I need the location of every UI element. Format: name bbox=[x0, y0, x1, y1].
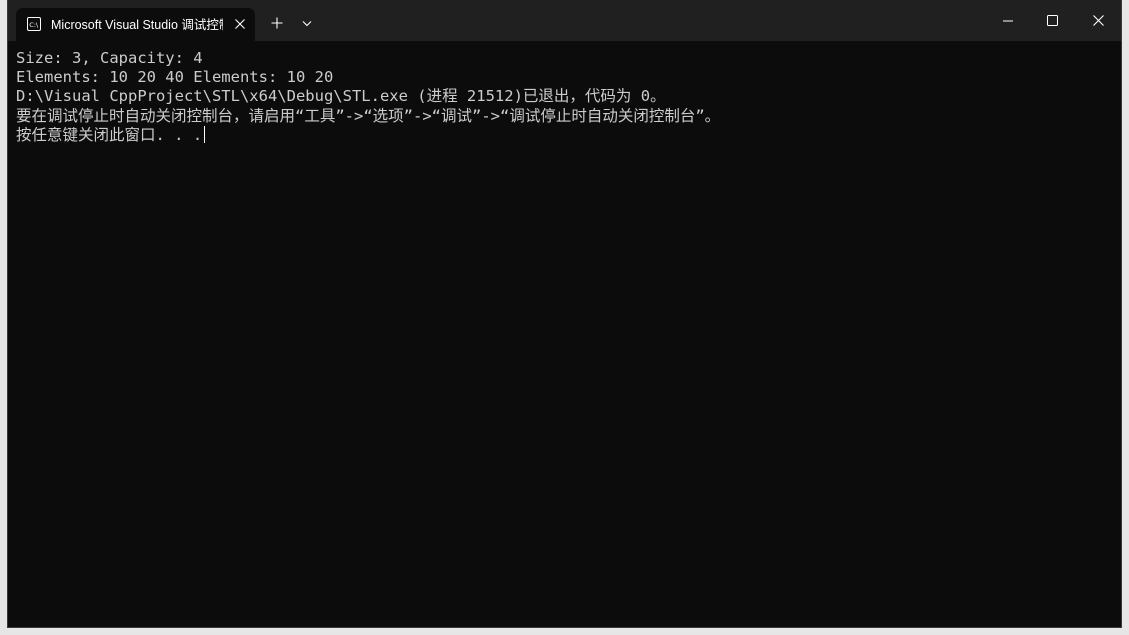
close-window-button[interactable] bbox=[1074, 0, 1121, 41]
minimize-icon bbox=[1003, 20, 1013, 22]
plus-icon bbox=[271, 17, 283, 29]
console-output[interactable]: Size: 3, Capacity: 4 Elements: 10 20 40 … bbox=[16, 49, 1116, 619]
console-line: D:\Visual CppProject\STL\x64\Debug\STL.e… bbox=[16, 87, 666, 106]
console-line: Elements: 10 20 40 Elements: 10 20 bbox=[16, 68, 334, 87]
svg-text:C:\: C:\ bbox=[29, 21, 39, 29]
minimize-button[interactable] bbox=[986, 0, 1030, 41]
tab-title: Microsoft Visual Studio 调试控制台 bbox=[51, 18, 223, 32]
chevron-down-icon bbox=[302, 21, 312, 27]
tab-debug-console[interactable]: C:\ Microsoft Visual Studio 调试控制台 bbox=[16, 8, 255, 41]
console-line: 按任意键关闭此窗口. . . bbox=[16, 125, 203, 144]
terminal-window: C:\ Microsoft Visual Studio 调试控制台 bbox=[8, 0, 1121, 627]
new-tab-button[interactable] bbox=[264, 0, 290, 41]
close-icon[interactable] bbox=[233, 17, 247, 31]
tab-dropdown-button[interactable] bbox=[296, 0, 318, 41]
console-prompt-line: 按任意键关闭此窗口. . . bbox=[16, 125, 1116, 145]
console-line: Size: 3, Capacity: 4 bbox=[16, 49, 203, 67]
close-icon bbox=[1093, 15, 1104, 26]
maximize-button[interactable] bbox=[1030, 0, 1074, 41]
console-line: 要在调试停止时自动关闭控制台，请启用“工具”->“选项”->“调试”->“调试停… bbox=[16, 106, 721, 125]
maximize-icon bbox=[1047, 15, 1058, 26]
title-bar[interactable]: C:\ Microsoft Visual Studio 调试控制台 bbox=[8, 0, 1121, 41]
text-cursor bbox=[204, 125, 206, 143]
terminal-app-icon: C:\ bbox=[27, 17, 41, 31]
